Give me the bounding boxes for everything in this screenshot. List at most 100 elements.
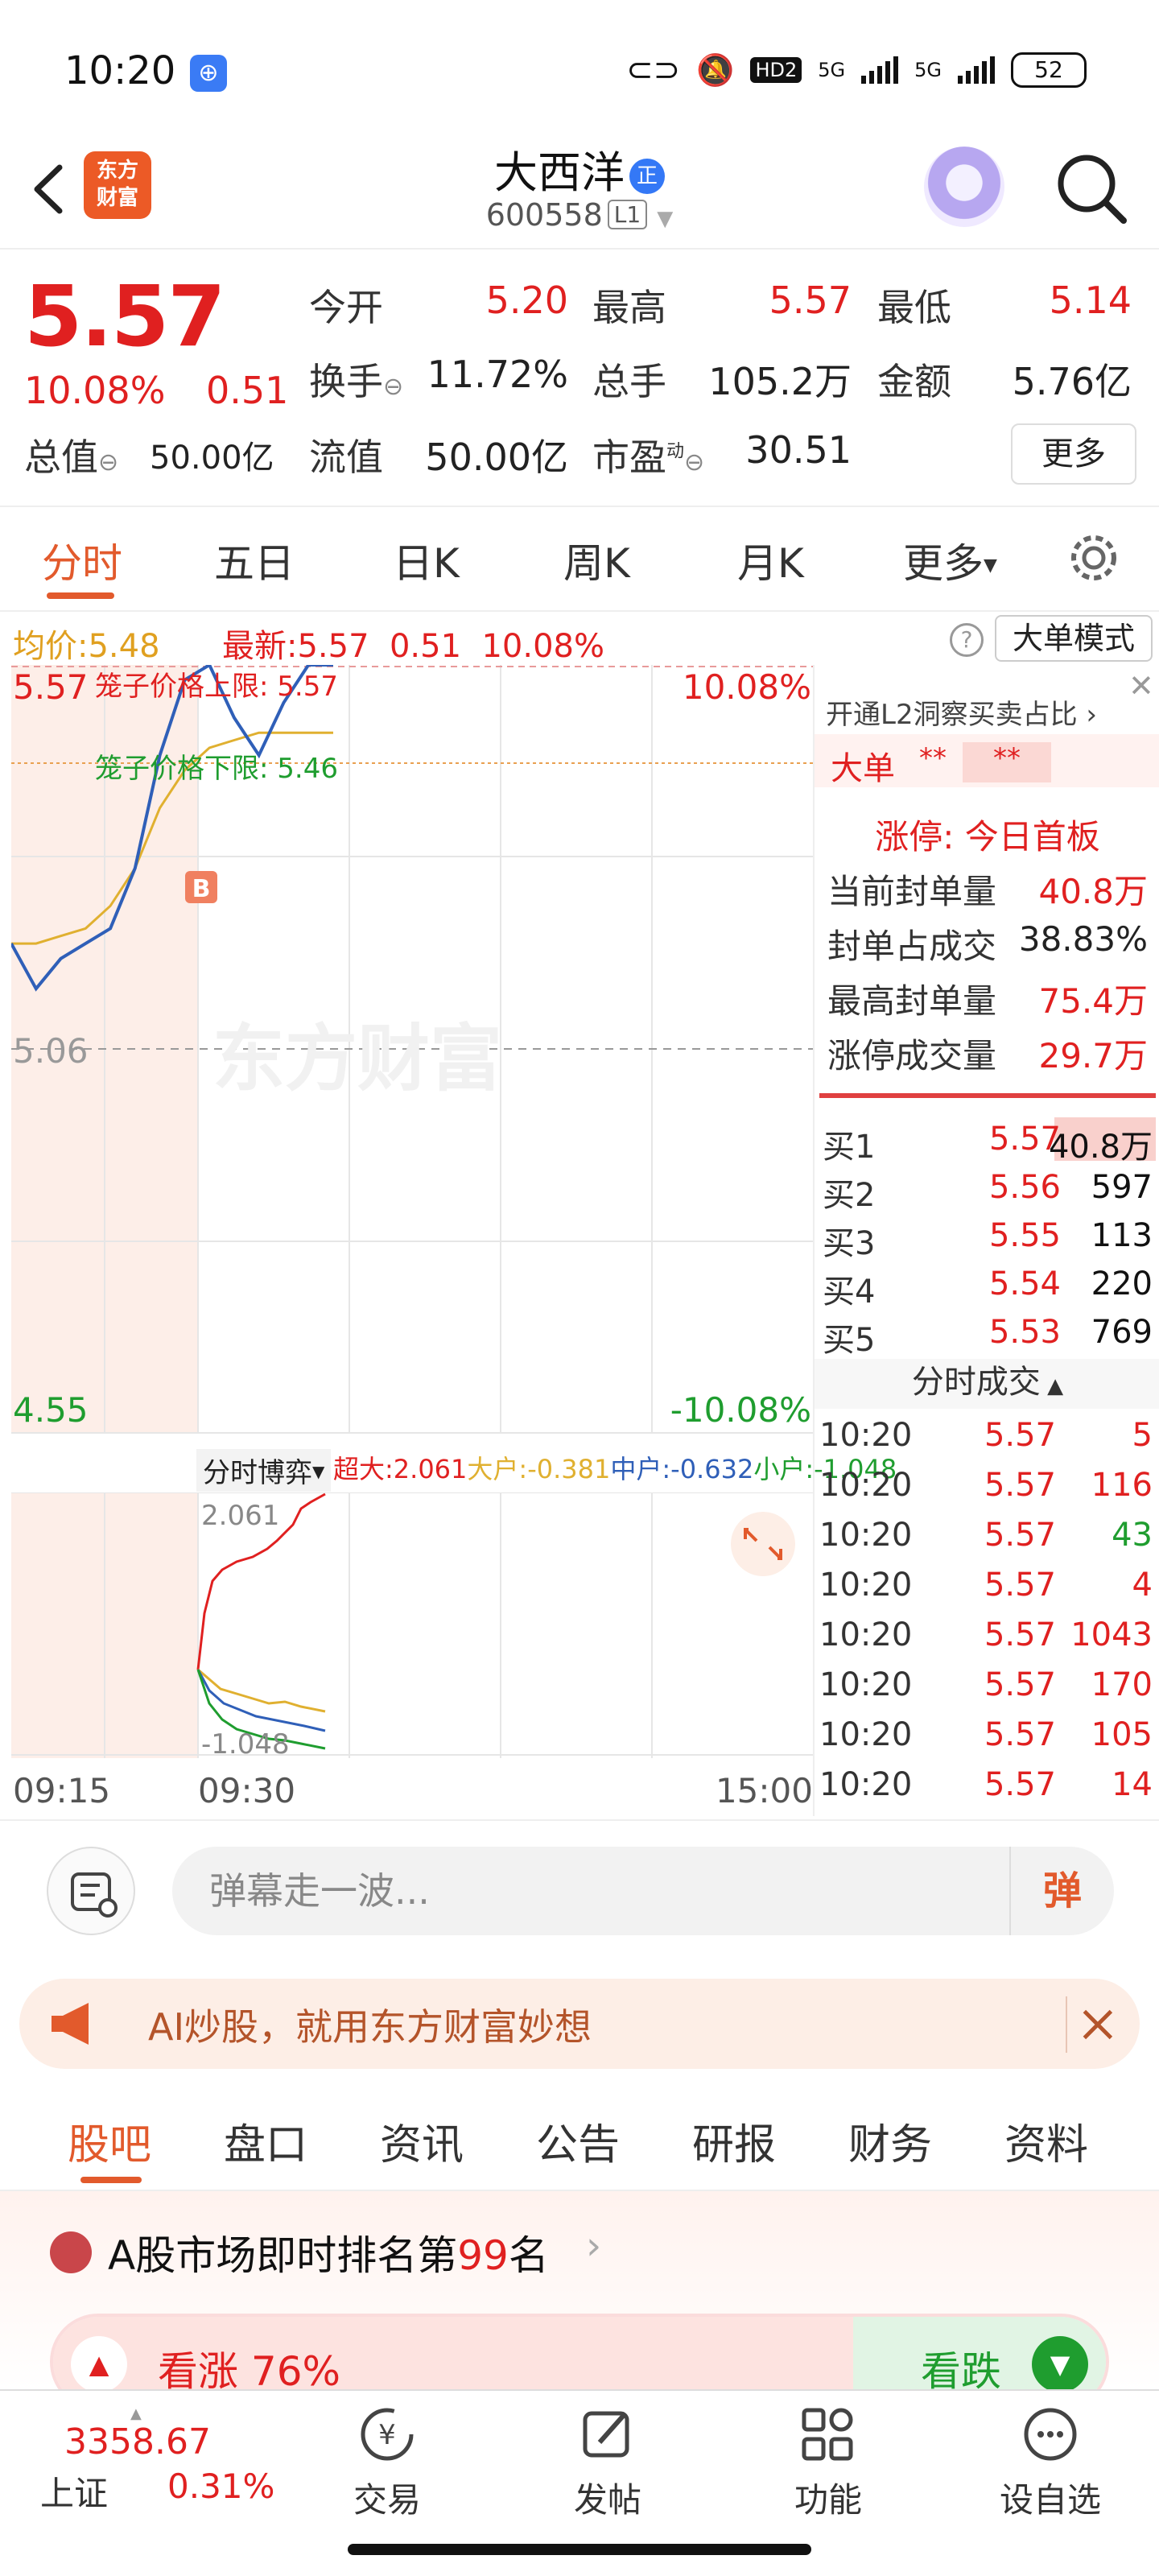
trade-price: 5.57 (984, 1716, 1056, 1753)
nav-add-watchlist[interactable]: 设自选 (990, 2402, 1111, 2522)
tab-daily-k[interactable]: 日K (393, 531, 460, 589)
big-order-mode-button[interactable]: 大单模式 (995, 615, 1153, 662)
brand-line-1: 东方 (96, 159, 138, 183)
stat-value: 40.8万 (1038, 872, 1148, 911)
l2-promo-link[interactable]: 开通L2洞察买卖占比 › (826, 692, 1097, 732)
yen-icon: ¥ (361, 2408, 414, 2461)
field-label: 金额 (877, 360, 951, 403)
sub-top-label: 2.061 (201, 1500, 279, 1532)
brand-logo[interactable]: 东方 财富 (84, 151, 151, 219)
home-indicator[interactable] (348, 2544, 811, 2555)
order-book[interactable]: 买1 5.57 40.8万 买2 5.56 597 买3 5.55 113 买4… (815, 1116, 1159, 1359)
back-arrow-icon[interactable] (26, 161, 74, 217)
help-icon[interactable]: ? (950, 623, 984, 657)
quote-panel: 5.57 10.08% 0.51 今开 5.20 最高 5.57 最低 5.14… (0, 250, 1159, 507)
danmu-input[interactable]: 弹幕走一波... (172, 1847, 1009, 1935)
close-icon[interactable] (1066, 1996, 1122, 2053)
danmu-send-button[interactable]: 弹 (1009, 1847, 1114, 1935)
trade-volume: 1043 (1070, 1616, 1153, 1653)
nav-label: 功能 (794, 2480, 862, 2520)
index-change: 0.31% (167, 2467, 275, 2506)
big-order-b: ** (963, 742, 1051, 782)
nav-functions[interactable]: 功能 (768, 2402, 889, 2522)
info-icon[interactable]: ⊖ (383, 373, 403, 401)
trades-header[interactable]: 分时成交 ▲ (815, 1359, 1159, 1409)
field-label: 总手 (592, 360, 666, 403)
stat-label: 最高封单量 (827, 981, 997, 1021)
tab-profile[interactable]: 资料 (1004, 2111, 1088, 2171)
trade-volume: 5 (1132, 1417, 1153, 1454)
ai-banner[interactable]: AI炒股，就用东方财富妙想 (19, 1979, 1140, 2069)
level-badge: L1 (607, 200, 648, 229)
tab-news[interactable]: 资讯 (380, 2111, 464, 2171)
tab-intraday[interactable]: 分时 (42, 531, 122, 589)
big-order-label: 大单 (831, 750, 895, 787)
trade-price: 5.57 (984, 1417, 1056, 1454)
info-icon[interactable]: ⊖ (98, 448, 118, 477)
chevron-down-icon: ▼ (657, 207, 674, 231)
flow-sub-chart[interactable]: 2.061 -1.048 (11, 1492, 813, 1758)
rank-text[interactable]: A股市场即时排名第99名 (108, 2223, 549, 2281)
search-icon[interactable] (1051, 148, 1132, 229)
more-button[interactable]: 更多 (1011, 423, 1136, 485)
close-icon[interactable]: ✕ (1128, 668, 1154, 704)
tab-orderbook[interactable]: 盘口 (224, 2111, 307, 2171)
rank-card: A股市场即时排名第99名 › ▲ 看涨 76% 看跌 ▼ (0, 2191, 1159, 2410)
megaphone-icon (52, 2003, 89, 2045)
tab-forum[interactable]: 股吧 (68, 2111, 151, 2171)
trade-time: 10:20 (819, 1417, 913, 1454)
tab-more[interactable]: 更多▼ (903, 531, 997, 589)
settings-gear-icon[interactable] (1066, 530, 1122, 586)
nav-label: 交易 (353, 2480, 421, 2520)
rank-number: 99 (457, 2232, 509, 2279)
y-label-mid: 5.06 (13, 1031, 89, 1071)
tab-five-day[interactable]: 五日 (214, 531, 295, 589)
vote-down-button[interactable]: ▼ (1032, 2336, 1088, 2392)
expand-button[interactable] (731, 1512, 795, 1576)
field-value: 5.76亿 (1012, 360, 1132, 403)
index-value[interactable]: 3358.67 (64, 2421, 211, 2462)
tab-announcements[interactable]: 公告 (536, 2111, 620, 2171)
field-label: 最高 (592, 286, 666, 329)
trade-volume: 116 (1091, 1467, 1153, 1504)
trade-time: 10:20 (819, 1616, 913, 1653)
trade-price: 5.57 (984, 1517, 1056, 1554)
trade-volume: 4 (1132, 1567, 1153, 1604)
robot-assistant-icon[interactable] (924, 147, 1004, 227)
tab-research[interactable]: 研报 (692, 2111, 776, 2171)
stat-value: 29.7万 (1038, 1036, 1148, 1075)
stock-name: 大西洋正 (419, 137, 740, 200)
order-price: 5.54 (988, 1265, 1061, 1302)
chevron-right-icon[interactable]: › (586, 2223, 601, 2268)
field-value: 5.20 (485, 279, 568, 322)
order-price: 5.53 (988, 1314, 1061, 1351)
trades-list[interactable]: 10:20 5.57 5 10:20 5.57 116 10:20 5.57 4… (815, 1414, 1159, 1816)
intraday-chart[interactable]: 东方财富 5.57 5.06 4.55 10.08% -10.08% 笼子价格上… (11, 665, 813, 1438)
legend-large: 大户:-0.381 (467, 1454, 611, 1484)
bottom-nav: ▲ 3358.67 上证 0.31% ¥ 交易 发帖 功能 设自选 (0, 2389, 1159, 2526)
stock-code[interactable]: 600558 L1 ▼ (419, 197, 740, 233)
signal-icon (861, 56, 899, 84)
signal-icon (958, 56, 995, 84)
trade-price: 5.57 (984, 1616, 1056, 1653)
tab-weekly-k[interactable]: 周K (563, 531, 630, 589)
divider (819, 1093, 1156, 1098)
danmu-list-icon (71, 1872, 118, 1918)
tab-monthly-k[interactable]: 月K (737, 531, 804, 589)
edit-icon (583, 2411, 629, 2458)
indicator-selector[interactable]: 分时博弈▼ (196, 1449, 332, 1492)
field-label: 总值⊖ (24, 436, 119, 479)
trade-price: 5.57 (984, 1567, 1056, 1604)
danmu-settings-icon[interactable] (47, 1847, 135, 1935)
vote-up-button[interactable]: ▲ (71, 2336, 127, 2392)
brand-line-2: 财富 (96, 186, 138, 210)
status-badge: 正 (629, 159, 665, 194)
nav-post[interactable]: 发帖 (547, 2402, 668, 2522)
time-label: 15:00 (715, 1771, 813, 1810)
section-tabs: 股吧 盘口 资讯 公告 研报 财务 资料 (0, 2087, 1159, 2191)
nav-trade[interactable]: ¥ 交易 (327, 2402, 448, 2522)
order-label: 买2 (823, 1177, 876, 1214)
tab-finance[interactable]: 财务 (848, 2111, 932, 2171)
info-icon[interactable]: ⊖ (684, 448, 704, 477)
right-panel: 开通L2洞察买卖占比 › ✕ 大单 ** ** 涨停: 今日首板 当前封单量 4… (813, 665, 1159, 1816)
